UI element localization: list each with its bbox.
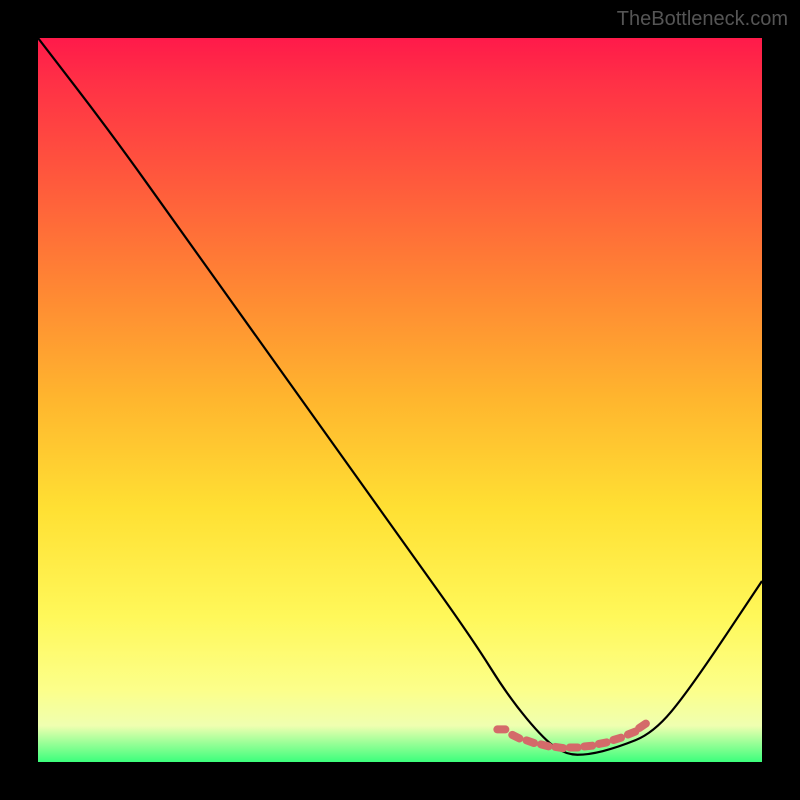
optimal-marker	[566, 744, 582, 752]
optimal-marker	[594, 738, 611, 749]
optimal-marker	[608, 733, 626, 745]
optimal-marker	[580, 741, 597, 751]
optimal-marker	[507, 730, 525, 744]
bottleneck-curve-line	[38, 38, 762, 755]
optimal-marker	[551, 742, 568, 752]
optimal-range-markers	[493, 718, 651, 753]
chart-svg	[38, 38, 762, 762]
optimal-marker	[536, 740, 553, 752]
optimal-marker	[493, 725, 509, 733]
watermark-text: TheBottleneck.com	[617, 8, 788, 31]
optimal-marker	[521, 735, 539, 748]
chart-area	[38, 38, 762, 762]
